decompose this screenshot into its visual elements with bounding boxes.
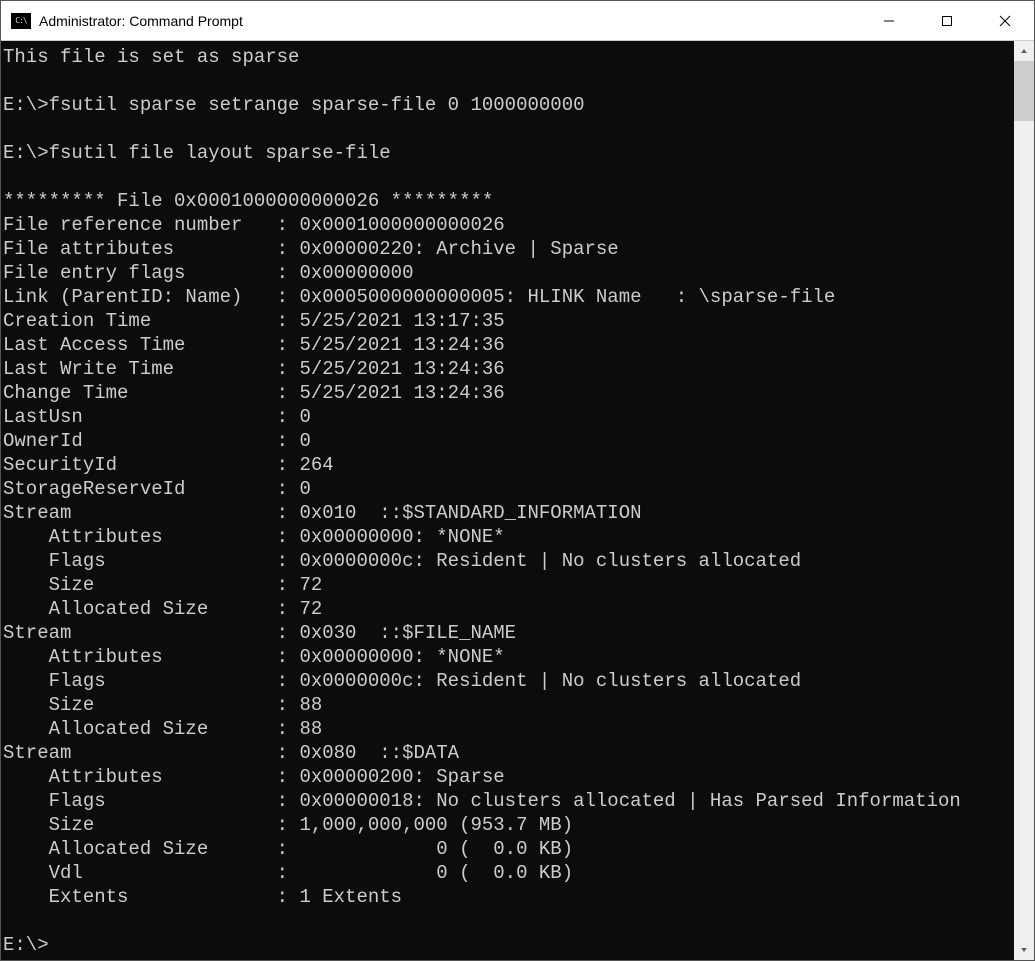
console-output[interactable]: This file is set as sparse E:\>fsutil sp… [1,41,1014,960]
titlebar[interactable]: C:\ Administrator: Command Prompt [1,1,1034,41]
cmd-icon: C:\ [11,13,31,29]
scroll-down-button[interactable] [1014,940,1034,960]
scroll-up-button[interactable] [1014,41,1034,61]
minimize-button[interactable] [860,1,918,40]
console-area: This file is set as sparse E:\>fsutil sp… [1,41,1034,960]
close-button[interactable] [976,1,1034,40]
window-controls [860,1,1034,40]
maximize-button[interactable] [918,1,976,40]
scroll-thumb[interactable] [1014,61,1034,121]
window-title: Administrator: Command Prompt [39,13,860,29]
vertical-scrollbar[interactable] [1014,41,1034,960]
